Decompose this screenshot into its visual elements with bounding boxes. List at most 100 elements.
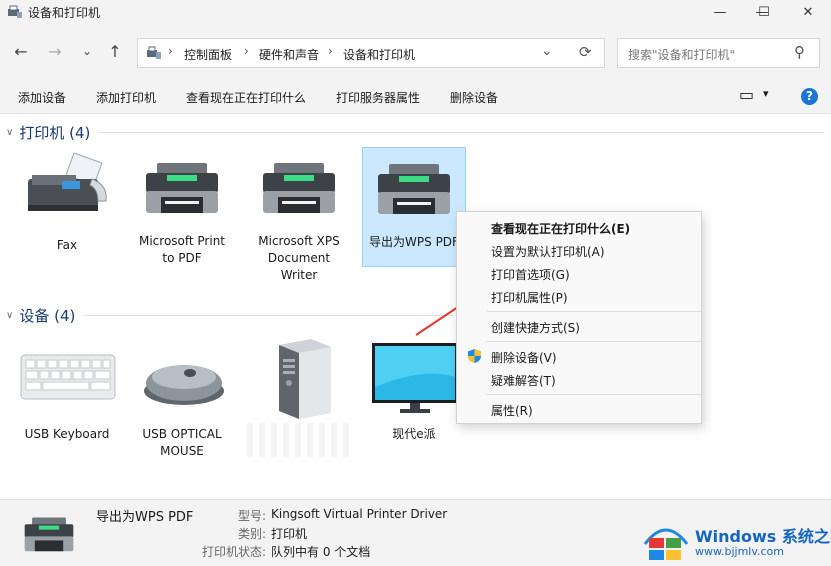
devices-group-title: 设备 (4) [19,306,76,325]
close-button[interactable]: ✕ [785,0,831,24]
printers-group-title: 打印机 (4) [19,123,91,142]
details-model-value: Kingsoft Virtual Printer Driver [271,507,448,521]
command-bar: 添加设备 添加打印机 查看现在正在打印什么 打印服务器属性 删除设备 ▭ ▾ ? [0,80,831,114]
chevron-down-icon: ⌄ [81,44,93,58]
device-label: Fax [56,238,78,252]
devices-printers-app-icon [8,5,22,18]
device-label: 现代e派 [392,427,436,441]
menu-item-label: 疑难解答(T) [491,374,556,388]
printer-item-microsoft-xps-document-writer[interactable]: Microsoft XPS Document Writer [247,149,351,299]
back-arrow-icon: ← [14,41,28,61]
printers-group-header[interactable]: ∨ 打印机 (4) [6,122,90,142]
device-label: Microsoft XPS Document Writer [258,234,340,282]
menu-item-label: 查看现在正在打印什么(E) [491,222,631,236]
see-whats-printing-button[interactable]: 查看现在正在打印什么 [186,89,306,106]
menu-item-label: 创建快捷方式(S) [491,321,580,335]
help-glyph: ? [806,89,813,103]
printer-item-microsoft-print-to-pdf[interactable]: Microsoft Print to PDF [130,149,234,267]
printer-icon [146,163,218,213]
breadcrumb-separator: › [328,44,333,58]
print-server-properties-button[interactable]: 打印服务器属性 [336,89,420,106]
watermark: Windows 系统之家 www.bjjmlv.com [637,510,831,566]
close-icon: ✕ [802,4,814,20]
breadcrumb-hardware-sound[interactable]: 硬件和声音 [259,46,319,63]
title-bar: 设备和打印机 — — ☐ ✕ [0,0,831,24]
menu-item-remove-device[interactable]: 删除设备(V) [457,345,701,367]
search-box[interactable]: 搜索"设备和打印机" ⚲ [617,38,820,68]
menu-separator [487,394,701,395]
details-status-key: 打印机状态: [201,545,266,559]
up-button[interactable]: ↑ [104,40,126,62]
device-item-usb-keyboard[interactable]: USB Keyboard [15,337,119,441]
back-button[interactable]: ← [10,40,32,62]
menu-item-see-whats-printing[interactable]: 查看现在正在打印什么(E) [457,216,701,238]
devices-view: ∨ 打印机 (4) Fax Microsoft Print to PDF Mic… [0,115,831,499]
printer-icon [378,164,450,214]
menu-item-label: 打印机属性(P) [491,291,568,305]
menu-separator [487,341,701,342]
windows-logo-icon [643,528,689,560]
details-model-key: 型号: [237,509,266,523]
breadcrumb-control-panel[interactable]: 控制面板 [184,46,232,63]
printer-item-fax[interactable]: Fax [15,149,119,267]
watermark-brand: Windows 系统之家 [695,527,831,546]
printer-icon [24,517,74,552]
menu-item-printer-properties[interactable]: 打印机属性(P) [457,285,701,307]
menu-separator [487,311,701,312]
device-item-computer[interactable] [247,337,351,457]
menu-item-create-shortcut[interactable]: 创建快捷方式(S) [457,315,701,337]
add-printer-button[interactable]: 添加打印机 [96,89,156,106]
recent-locations-button[interactable]: ⌄ [76,40,98,62]
shield-icon [468,349,481,363]
maximize-area[interactable]: ☐ [741,0,787,24]
address-dropdown-icon[interactable]: ⌄ [541,43,553,59]
view-dropdown-icon[interactable]: ▾ [763,87,769,100]
refresh-icon[interactable]: ⟳ [579,43,592,61]
device-label: 导出为WPS PDF [369,235,459,249]
menu-item-label: 设置为默认打印机(A) [491,245,605,259]
breadcrumb-separator: › [244,44,249,58]
minimize-area[interactable]: — [697,0,743,24]
device-item-monitor[interactable]: 现代e派 [362,337,466,441]
forward-arrow-icon: → [48,41,62,61]
watermark-url: www.bjjmlv.com [695,545,784,558]
address-row: ← → ⌄ ↑ › 控制面板 › 硬件和声音 › 设备和打印机 ⌄ ⟳ 搜索"设… [0,24,831,80]
up-arrow-icon: ↑ [108,41,122,61]
details-category-value: 打印机 [271,527,308,541]
printer-item-wps-pdf[interactable]: 导出为WPS PDF [362,147,466,267]
breadcrumb-devices-printers[interactable]: 设备和打印机 [343,46,415,63]
details-category-key: 类别: [237,527,266,541]
menu-item-set-default[interactable]: 设置为默认打印机(A) [457,239,701,261]
group-divider [98,132,824,133]
menu-item-troubleshoot[interactable]: 疑难解答(T) [457,368,701,390]
devices-group-header[interactable]: ∨ 设备 (4) [6,305,75,325]
maximize-icon: ☐ [758,4,770,20]
details-status-value: 队列中有 0 个文档 [271,545,371,559]
mouse-icon [144,365,224,405]
breadcrumb-separator: › [168,44,173,58]
monitor-icon [372,343,458,413]
menu-item-printing-preferences[interactable]: 打印首选项(G) [457,262,701,284]
device-label: USB Keyboard [24,427,110,441]
menu-item-label: 属性(R) [491,404,533,418]
menu-item-label: 打印首选项(G) [491,268,570,282]
search-input[interactable]: 搜索"设备和打印机" [628,46,735,63]
device-item-usb-optical-mouse[interactable]: USB OPTICAL MOUSE [130,337,234,458]
group-divider [84,315,454,316]
remove-device-button[interactable]: 删除设备 [450,89,498,106]
device-label: USB OPTICAL MOUSE [142,427,222,458]
search-icon[interactable]: ⚲ [794,43,805,61]
add-device-button[interactable]: 添加设备 [18,89,66,106]
control-panel-icon [147,46,161,59]
address-bar[interactable]: › 控制面板 › 硬件和声音 › 设备和打印机 ⌄ ⟳ [137,38,605,68]
keyboard-icon [20,354,116,400]
menu-item-properties[interactable]: 属性(R) [457,398,701,420]
menu-item-label: 删除设备(V) [491,351,557,365]
chevron-down-icon: ∨ [6,126,14,138]
chevron-down-icon: ∨ [6,309,14,321]
context-menu: 查看现在正在打印什么(E) 设置为默认打印机(A) 打印首选项(G) 打印机属性… [456,211,702,424]
view-options-icon[interactable]: ▭ [739,85,754,104]
forward-button[interactable]: → [44,40,66,62]
help-icon[interactable]: ? [801,88,818,105]
minimize-glyph: — [713,4,727,20]
